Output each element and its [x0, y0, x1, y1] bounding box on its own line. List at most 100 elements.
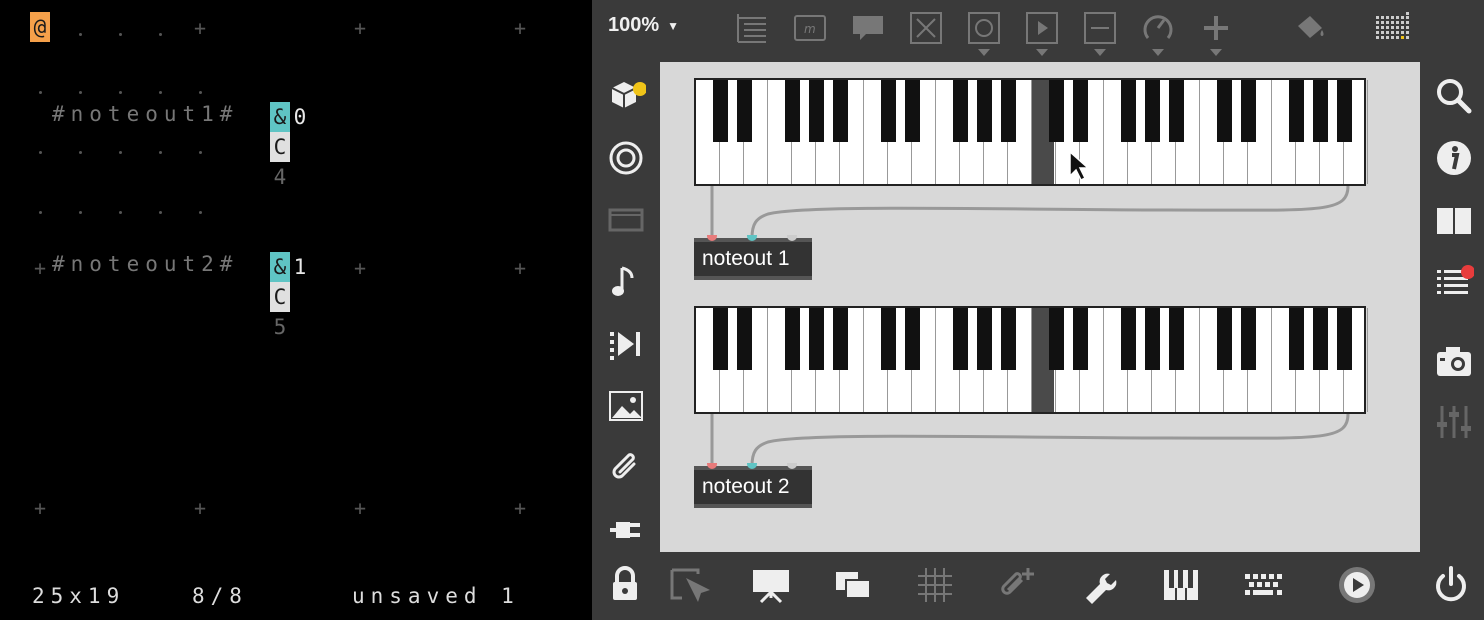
black-key[interactable] — [1001, 308, 1016, 370]
op1-note[interactable]: C — [270, 132, 290, 162]
black-key[interactable] — [1241, 308, 1256, 370]
info-icon[interactable] — [1434, 138, 1474, 178]
black-key[interactable] — [1169, 308, 1184, 370]
black-key[interactable] — [977, 80, 992, 142]
dial-object-icon[interactable] — [1140, 10, 1176, 56]
noteout-object-2[interactable]: noteout 2 — [694, 463, 812, 508]
presentation-mode-icon[interactable] — [750, 564, 792, 606]
black-key[interactable] — [1073, 308, 1088, 370]
comment-icon[interactable] — [850, 10, 886, 46]
audio-play-icon[interactable] — [1336, 564, 1378, 606]
black-key[interactable] — [1073, 80, 1088, 142]
playbar-object-icon[interactable] — [1024, 10, 1060, 56]
noteout-object-1[interactable]: noteout 1 — [694, 235, 812, 280]
black-key[interactable] — [1217, 80, 1232, 142]
black-key[interactable] — [1217, 308, 1232, 370]
black-key[interactable] — [1001, 80, 1016, 142]
black-key[interactable] — [905, 308, 920, 370]
black-key[interactable] — [1121, 308, 1136, 370]
black-key[interactable] — [1289, 308, 1304, 370]
keyboard-icon[interactable] — [1242, 564, 1284, 606]
black-key[interactable] — [1169, 80, 1184, 142]
op2-octave[interactable]: 5 — [270, 312, 290, 342]
paperclip-icon[interactable] — [606, 448, 646, 488]
op1-octave[interactable]: 4 — [270, 162, 290, 192]
grid-marker: + — [33, 496, 47, 520]
op1-value[interactable]: 0 — [290, 102, 310, 132]
black-key[interactable] — [953, 80, 968, 142]
image-icon[interactable] — [606, 386, 646, 426]
black-key[interactable] — [1049, 80, 1064, 142]
music-note-icon[interactable] — [606, 262, 646, 302]
black-key[interactable] — [785, 80, 800, 142]
black-key[interactable] — [1049, 308, 1064, 370]
black-key[interactable] — [881, 80, 896, 142]
search-icon[interactable] — [1434, 76, 1474, 116]
camera-icon[interactable] — [1434, 342, 1474, 382]
black-key[interactable] — [833, 308, 848, 370]
black-key[interactable] — [977, 308, 992, 370]
black-key[interactable] — [1313, 80, 1328, 142]
black-key[interactable] — [1241, 80, 1256, 142]
wrench-icon[interactable] — [1078, 564, 1120, 606]
button-object-icon[interactable] — [908, 10, 944, 46]
piano-icon[interactable] — [1160, 564, 1202, 606]
orca-cursor[interactable]: @ — [30, 12, 50, 42]
mixer-sliders-icon[interactable] — [1434, 402, 1474, 442]
list-icon[interactable] — [1434, 262, 1475, 302]
op2-value[interactable]: 1 — [290, 252, 310, 282]
patcher-canvas[interactable]: noteout 1 noteout 2 — [660, 62, 1420, 552]
mouse-cursor-icon — [1069, 150, 1090, 182]
black-key[interactable] — [1289, 80, 1304, 142]
paint-bucket-icon[interactable] — [1292, 10, 1328, 46]
new-view-icon[interactable] — [832, 564, 874, 606]
plug-icon[interactable] — [606, 510, 646, 550]
grid-view-icon[interactable] — [1374, 10, 1410, 46]
presentation-icon[interactable] — [606, 200, 646, 240]
op2-amp[interactable]: & — [270, 252, 290, 282]
zoom-menu[interactable]: 100% ▼ — [608, 14, 679, 37]
black-key[interactable] — [785, 308, 800, 370]
grid-dot — [79, 151, 82, 154]
black-key[interactable] — [881, 308, 896, 370]
power-icon[interactable] — [1430, 564, 1472, 606]
black-key[interactable] — [809, 80, 824, 142]
toggle-object-icon[interactable] — [966, 10, 1002, 56]
op2-note[interactable]: C — [270, 282, 290, 312]
black-key[interactable] — [1145, 80, 1160, 142]
kslider-keyboard-2[interactable] — [694, 306, 1368, 414]
package-icon[interactable] — [606, 76, 647, 116]
message-object-icon[interactable]: m — [792, 10, 828, 46]
op1-amp[interactable]: & — [270, 102, 290, 132]
black-key[interactable] — [833, 80, 848, 142]
black-key[interactable] — [809, 308, 824, 370]
plus-icon[interactable] — [1198, 10, 1234, 56]
lock-icon[interactable] — [604, 564, 646, 606]
black-key[interactable] — [1121, 80, 1136, 142]
black-key[interactable] — [713, 308, 728, 370]
black-key[interactable] — [737, 80, 752, 142]
grid-dot — [199, 91, 202, 94]
black-key[interactable] — [1337, 80, 1352, 142]
orca-editor[interactable]: @ + + + #noteout1# & 0 C 4 + #noteout2# … — [0, 0, 590, 620]
black-key[interactable] — [1313, 308, 1328, 370]
grid-dot — [119, 211, 122, 214]
list-object-icon[interactable] — [734, 10, 770, 46]
black-key[interactable] — [1337, 308, 1352, 370]
black-key[interactable] — [1145, 308, 1160, 370]
select-pointer-icon[interactable] — [668, 564, 710, 606]
kslider-keyboard-1[interactable] — [694, 78, 1368, 186]
number-object-icon[interactable] — [1082, 10, 1118, 56]
black-key[interactable] — [905, 80, 920, 142]
black-key[interactable] — [953, 308, 968, 370]
black-key[interactable] — [737, 308, 752, 370]
operator-noteout2[interactable]: #noteout2# — [52, 252, 238, 276]
book-icon[interactable] — [1434, 200, 1474, 240]
black-key[interactable] — [713, 80, 728, 142]
target-icon[interactable] — [606, 138, 646, 178]
grid-dot — [159, 211, 162, 214]
add-attachment-icon[interactable] — [996, 564, 1038, 606]
operator-noteout1[interactable]: #noteout1# — [52, 102, 238, 126]
grid-icon[interactable] — [914, 564, 956, 606]
media-step-icon[interactable] — [606, 324, 646, 364]
